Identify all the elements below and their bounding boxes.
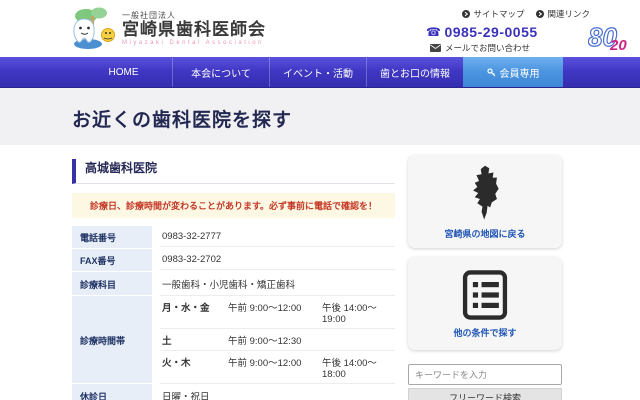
back-to-map-card[interactable]: 宮崎県の地図に戻る [408, 155, 562, 248]
schedule-row: 土 午前 9:00〜12:30 [160, 329, 395, 351]
sitemap-label: サイトマップ [473, 8, 524, 20]
mail-contact-link[interactable]: メールでお問い合わせ [430, 42, 590, 54]
schedule-pm [322, 333, 393, 347]
schedule-row: 月・水・金 午前 9:00〜12:00 午後 14:00〜19:00 [160, 296, 395, 329]
main-nav: HOME 本会について イベント・活動 歯とお口の情報 会員専用 [0, 57, 640, 88]
page-title: お近くの歯科医院を探す [72, 105, 292, 132]
row-value: 一般歯科・小児歯科・矯正歯科 [160, 272, 395, 296]
table-row-closed: 休診日 日曜・祝日 [72, 384, 395, 400]
site-logo[interactable]: 一般社団法人 宮崎県歯科医師会 Miyazaki Dental Associat… [66, 4, 266, 52]
nav-item-about[interactable]: 本会について [172, 57, 269, 87]
freeword-search-button[interactable]: フリーワード検索 [408, 388, 562, 400]
circle-arrow-icon [536, 10, 544, 18]
miyazaki-map-icon [464, 164, 506, 222]
site-header: 一般社団法人 宮崎県歯科医師会 Miyazaki Dental Associat… [0, 0, 640, 57]
header-links: サイトマップ 関連リンク [420, 8, 590, 20]
related-links-label: 関連リンク [547, 8, 590, 20]
mascot-icon [66, 4, 118, 52]
search-sidebar: 宮崎県の地図に戻る 他の条件で探す フリーワード検索 [408, 155, 562, 400]
row-value: 日曜・祝日 [160, 384, 395, 400]
related-links-link[interactable]: 関連リンク [536, 8, 590, 20]
row-label: 電話番号 [72, 226, 152, 249]
nav-spacer-left [0, 57, 75, 87]
clinic-name-heading: 高城歯科医院 [72, 159, 395, 184]
mail-icon [430, 44, 441, 52]
back-to-map-link: 宮崎県の地図に戻る [444, 227, 525, 240]
schedule-days: 月・水・金 [162, 300, 228, 325]
org-name: 宮崎県歯科医師会 [122, 21, 266, 40]
schedule-pm: 午後 14:00〜18:00 [322, 355, 393, 380]
8020-logo-20: 20 [609, 37, 627, 52]
table-row-phone: 電話番号 0983-32-2777 [72, 226, 395, 249]
row-label: 診療科目 [72, 272, 152, 296]
schedule-am: 午前 9:00〜12:00 [228, 355, 322, 380]
mail-contact-label: メールでお問い合わせ [445, 42, 530, 54]
schedule-am: 午前 9:00〜12:30 [228, 333, 322, 347]
nav-item-oral-info[interactable]: 歯とお口の情報 [366, 57, 463, 87]
main-content: 高城歯科医院 診療日、診療時間が変わることがあります。必ず事前に電話で確認を！ … [0, 145, 640, 400]
table-row-fax: FAX番号 0983-32-2702 [72, 249, 395, 272]
nav-item-home[interactable]: HOME [75, 57, 172, 87]
row-label: FAX番号 [72, 249, 152, 272]
nav-item-events[interactable]: イベント・活動 [269, 57, 366, 87]
table-row-departments: 診療科目 一般歯科・小児歯科・矯正歯科 [72, 272, 395, 296]
nav-item-members-label: 会員専用 [500, 65, 540, 80]
8020-logo: 80 20 [588, 22, 632, 57]
schedule-days: 火・木 [162, 355, 228, 380]
sitemap-link[interactable]: サイトマップ [462, 8, 524, 20]
logo-text: 一般社団法人 宮崎県歯科医師会 Miyazaki Dental Associat… [122, 10, 266, 47]
org-name-en: Miyazaki Dental Association [122, 40, 266, 46]
row-value: 0983-32-2702 [160, 249, 395, 270]
row-label: 診療時間帯 [72, 296, 152, 384]
phone-number[interactable]: ☎ 0985-29-0055 [426, 24, 590, 40]
notice-banner: 診療日、診療時間が変わることがあります。必ず事前に電話で確認を！ [72, 193, 395, 218]
other-conditions-card[interactable]: 他の条件で探す [408, 257, 562, 350]
nav-spacer-right [563, 57, 640, 87]
circle-arrow-icon [462, 10, 470, 18]
org-type: 一般社団法人 [122, 10, 266, 21]
list-conditions-icon [459, 269, 511, 321]
row-label: 休診日 [72, 384, 152, 400]
clinic-detail: 高城歯科医院 診療日、診療時間が変わることがあります。必ず事前に電話で確認を！ … [72, 145, 395, 400]
schedule-pm: 午後 14:00〜19:00 [322, 300, 393, 325]
phone-icon: ☎ [426, 25, 441, 39]
row-value: 0983-32-2777 [160, 226, 395, 247]
title-band: お近くの歯科医院を探す [0, 88, 640, 145]
phone-number-text: 0985-29-0055 [444, 24, 537, 40]
page: 一般社団法人 宮崎県歯科医師会 Miyazaki Dental Associat… [0, 0, 640, 400]
key-icon [487, 68, 496, 77]
schedule-am: 午前 9:00〜12:00 [228, 300, 322, 325]
schedule-row: 火・木 午前 9:00〜12:00 午後 14:00〜18:00 [160, 351, 395, 384]
header-utilities: サイトマップ 関連リンク ☎ 0985-29-0055 [420, 8, 590, 54]
other-conditions-link: 他の条件で探す [453, 326, 516, 339]
keyword-input[interactable] [408, 364, 562, 385]
table-row-hours: 診療時間帯 月・水・金 午前 9:00〜12:00 午後 14:00〜19:00… [72, 296, 395, 384]
schedule-days: 土 [162, 333, 228, 347]
clinic-info-table: 電話番号 0983-32-2777 FAX番号 0983-32-2702 診療科… [72, 226, 395, 400]
nav-item-members[interactable]: 会員専用 [463, 57, 563, 87]
